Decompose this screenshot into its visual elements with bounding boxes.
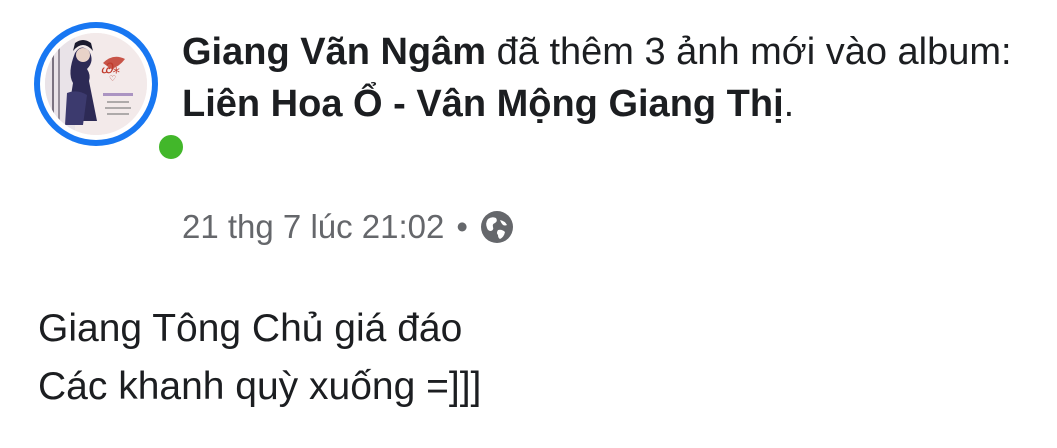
post-body: Giang Tông Chủ giá đáo Các khanh quỳ xuố… <box>38 300 1038 416</box>
avatar-image: Ꮚ⁎ ♡ <box>45 33 147 135</box>
action-text: đã thêm 3 ảnh mới vào album: <box>486 31 1012 73</box>
trailing-punctuation: . <box>783 83 795 125</box>
online-status-dot <box>154 130 188 164</box>
avatar-illustration: Ꮚ⁎ ♡ <box>45 33 147 135</box>
post-header: Ꮚ⁎ ♡ Giang Vãn Ngâm đã thêm 3 ảnh mới và… <box>0 0 1057 270</box>
avatar[interactable]: Ꮚ⁎ ♡ <box>34 22 188 164</box>
svg-text:♡: ♡ <box>109 74 116 83</box>
author-name-link[interactable]: Giang Vãn Ngâm <box>182 31 486 73</box>
album-name-link[interactable]: Liên Hoa Ổ - Vân Mộng Giang Thị <box>182 83 784 125</box>
post-body-line: Các khanh quỳ xuống =]]] <box>38 365 482 408</box>
post-meta: 21 thg 7 lúc 21:02 • <box>182 204 514 250</box>
meta-separator: • <box>456 208 468 245</box>
post-headline: Giang Vãn Ngâm đã thêm 3 ảnh mới vào alb… <box>182 26 1042 130</box>
post-timestamp[interactable]: 21 thg 7 lúc 21:02 <box>182 208 444 246</box>
globe-icon[interactable] <box>480 210 514 244</box>
post-body-line: Giang Tông Chủ giá đáo <box>38 307 463 350</box>
avatar-ring-gap: Ꮚ⁎ ♡ <box>40 28 152 140</box>
